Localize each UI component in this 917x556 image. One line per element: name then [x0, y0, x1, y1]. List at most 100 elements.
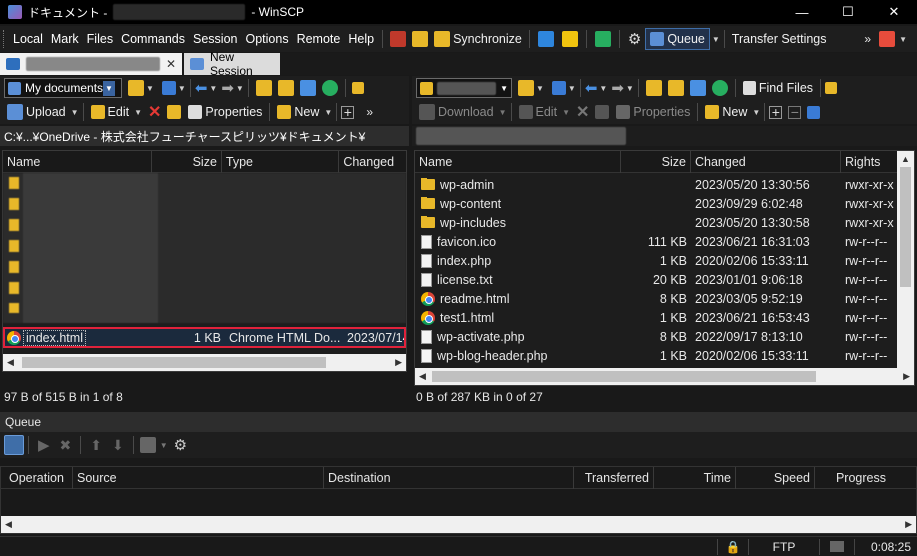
filter-icon[interactable] — [161, 81, 176, 95]
queue-show-icon[interactable] — [4, 435, 24, 455]
queue-scroll-left-icon[interactable]: ◀ — [5, 519, 12, 530]
remote-find-icon[interactable] — [825, 82, 838, 94]
terminal-icon[interactable] — [537, 31, 554, 47]
back-dropdown-icon[interactable]: ▼ — [209, 84, 217, 93]
download-button[interactable]: Download — [416, 104, 497, 120]
remote-filter-dropdown-icon[interactable]: ▼ — [568, 84, 576, 93]
menu-session[interactable]: Session — [189, 32, 241, 46]
remote-delete-icon[interactable]: ✕ — [576, 102, 589, 122]
refresh-icon[interactable] — [321, 80, 338, 96]
maximize-button[interactable]: ☐ — [825, 0, 871, 24]
putty-icon[interactable] — [561, 31, 578, 47]
remote-col-name[interactable]: Name — [415, 150, 621, 173]
forward-dropdown-icon[interactable]: ▼ — [236, 84, 244, 93]
menu-files[interactable]: Files — [83, 32, 117, 46]
queue-settings-dropdown-icon[interactable]: ▼ — [160, 441, 168, 450]
find-icon[interactable] — [351, 82, 364, 94]
queue-col-progress[interactable]: Progress — [815, 467, 914, 489]
local-path-bar[interactable]: C:¥...¥OneDrive - 株式会社フューチャースピリッツ¥ドキュメント… — [0, 126, 409, 146]
session-color-icon[interactable] — [879, 31, 896, 47]
synchronize-button[interactable]: Synchronize — [431, 31, 525, 47]
remote-back-icon[interactable]: ⬅ — [585, 79, 598, 97]
remote-open-dropdown-icon[interactable]: ▼ — [536, 84, 544, 93]
queue-delete-icon[interactable]: ✖ — [60, 437, 72, 454]
local-col-type[interactable]: Type — [222, 150, 340, 173]
tab-close-icon[interactable]: ✕ — [166, 57, 176, 71]
new-dropdown-icon[interactable]: ▼ — [324, 108, 332, 117]
find-files-button[interactable]: Find Files — [740, 81, 816, 95]
remote-vscrollbar[interactable]: ▲ — [897, 151, 914, 370]
local-col-name[interactable]: Name — [3, 150, 153, 173]
menu-help[interactable]: Help — [344, 32, 378, 46]
upload-button[interactable]: Upload — [4, 104, 69, 120]
remote-file-row[interactable]: favicon.ico 111 KB 2023/06/21 16:31:03 rw-r… — [415, 232, 914, 251]
remote-home-icon[interactable] — [689, 80, 706, 96]
local-hscroll-thumb[interactable] — [21, 357, 326, 368]
remote-location-combo[interactable]: ▼ — [416, 78, 512, 98]
remote-location-dropdown-icon[interactable]: ▼ — [500, 84, 508, 93]
remote-file-row[interactable]: wp-content 2023/09/29 6:02:48 rwxr-xr-x — [415, 194, 914, 213]
local-col-size[interactable]: Size — [152, 150, 222, 173]
queue-move-up-icon[interactable]: ⬆ — [90, 437, 102, 454]
open-folder-dropdown-icon[interactable]: ▼ — [146, 84, 154, 93]
remote-forward-dropdown-icon[interactable]: ▼ — [626, 84, 634, 93]
queue-move-down-icon[interactable]: ⬇ — [112, 437, 124, 454]
local-hscrollbar[interactable]: ◀ ▶ — [3, 354, 406, 371]
preferences-icon[interactable]: ⚙ — [628, 30, 641, 48]
home-icon[interactable] — [299, 80, 316, 96]
remote-select-plus-icon[interactable]: + — [769, 104, 783, 120]
sync-browsing-icon[interactable] — [594, 31, 611, 47]
remote-hscroll-thumb[interactable] — [431, 371, 816, 382]
scroll-left-icon[interactable]: ◀ — [7, 357, 14, 368]
remote-scroll-left-icon[interactable]: ◀ — [419, 371, 426, 382]
forward-icon[interactable]: ➡ — [221, 79, 234, 97]
remote-scroll-right-icon[interactable]: ▶ — [903, 371, 910, 382]
remote-file-row[interactable]: wp-activate.php 8 KB 2022/09/17 8:13:10 rw-… — [415, 327, 914, 346]
remote-file-row[interactable]: license.txt 20 KB 2023/01/01 9:06:18 rw-r--… — [415, 270, 914, 289]
remote-vscroll-thumb[interactable] — [900, 167, 911, 287]
queue-execute-icon[interactable]: ▶ — [38, 436, 50, 454]
local-properties-button[interactable]: Properties — [185, 105, 265, 119]
queue-hscrollbar[interactable]: ◀ ▶ — [1, 516, 916, 533]
local-toolbar-overflow-icon[interactable]: » — [366, 105, 373, 119]
edit-dropdown-icon[interactable]: ▼ — [134, 108, 142, 117]
remote-back-dropdown-icon[interactable]: ▼ — [599, 84, 607, 93]
queue-col-time[interactable]: Time — [654, 466, 736, 489]
upload-dropdown-icon[interactable]: ▼ — [71, 108, 79, 117]
delete-icon[interactable]: ✕ — [148, 102, 161, 122]
local-location-combo[interactable]: My documents ▼ — [4, 78, 122, 98]
remote-file-row[interactable]: wp-includes 2023/05/20 13:30:58 rwxr-xr-x — [415, 213, 914, 232]
scroll-up-icon[interactable]: ▲ — [897, 151, 914, 167]
menu-options[interactable]: Options — [241, 32, 292, 46]
remote-filter-icon[interactable] — [551, 81, 566, 95]
select-plus-icon[interactable]: + — [341, 104, 355, 120]
remote-col-changed[interactable]: Changed — [691, 150, 841, 173]
queue-col-destination[interactable]: Destination — [324, 466, 574, 489]
compare-directories-icon[interactable] — [390, 31, 407, 47]
remote-select-minus-icon[interactable]: − — [788, 104, 802, 120]
queue-col-speed[interactable]: Speed — [736, 466, 815, 489]
remote-properties-button[interactable]: Properties — [613, 105, 693, 119]
root-dir-icon[interactable] — [277, 80, 294, 96]
keep-up-to-date-icon[interactable] — [412, 31, 429, 47]
queue-col-transferred[interactable]: Transferred — [574, 466, 654, 489]
remote-rename-icon[interactable] — [595, 105, 610, 119]
local-file-row[interactable]: index.html 1 KB Chrome HTML Do... 2023/0… — [3, 327, 406, 348]
remote-hscrollbar[interactable]: ◀ ▶ — [415, 368, 914, 385]
tab-current-session[interactable]: ✕ — [0, 53, 182, 75]
transfer-settings-button[interactable]: Transfer Settings — [729, 32, 830, 46]
queue-scroll-right-icon[interactable]: ▶ — [905, 519, 912, 530]
filter-dropdown-icon[interactable]: ▼ — [178, 84, 186, 93]
local-edit-button[interactable]: Edit — [88, 105, 133, 119]
toolbar-overflow-icon[interactable]: » — [864, 32, 871, 46]
remote-file-row[interactable]: wp-blog-header.php 1 KB 2020/02/06 15:33:1… — [415, 346, 914, 365]
remote-edit-dropdown-icon[interactable]: ▼ — [562, 108, 570, 117]
queue-col-source[interactable]: Source — [73, 466, 324, 489]
back-icon[interactable]: ⬅ — [195, 79, 208, 97]
menu-mark[interactable]: Mark — [47, 32, 83, 46]
queue-dropdown-icon[interactable]: ▼ — [712, 35, 720, 44]
queue-preferences-icon[interactable]: ⚙ — [174, 436, 187, 454]
remote-open-folder-icon[interactable] — [518, 80, 534, 96]
remote-root-dir-icon[interactable] — [667, 80, 684, 96]
minimize-button[interactable]: — — [779, 0, 825, 24]
